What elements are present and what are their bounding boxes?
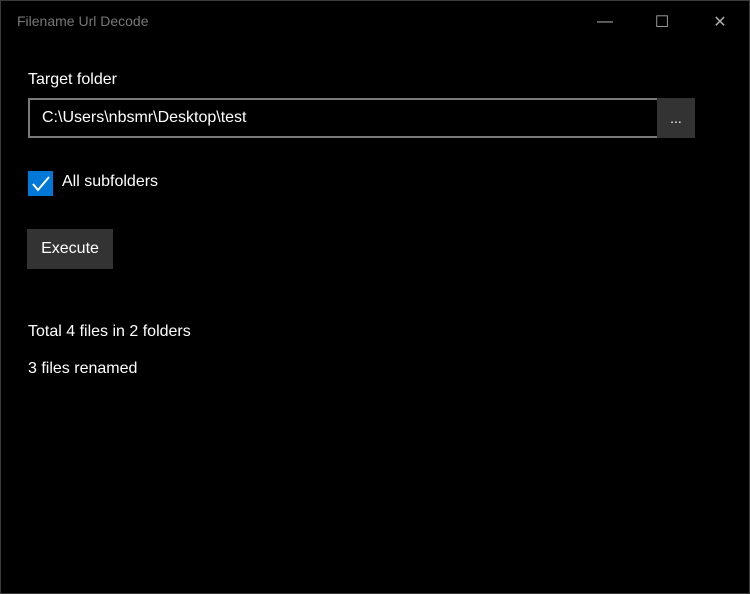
execute-button[interactable]: Execute [27, 229, 113, 269]
window-title: Filename Url Decode [17, 13, 149, 29]
renamed-status: 3 files renamed [28, 360, 138, 377]
maximize-button[interactable]: ☐ [633, 1, 691, 43]
all-subfolders-checkbox[interactable] [28, 171, 53, 196]
total-files-status: Total 4 files in 2 folders [28, 323, 191, 340]
target-folder-label: Target folder [28, 71, 117, 88]
close-button[interactable]: ✕ [691, 1, 749, 43]
browse-button[interactable]: ... [657, 98, 695, 138]
minimize-button[interactable]: — [576, 1, 634, 43]
checkmark-icon [31, 175, 50, 192]
target-folder-input[interactable] [28, 98, 667, 138]
app-window: Filename Url Decode — ☐ ✕ Target folder … [0, 0, 750, 594]
all-subfolders-label[interactable]: All subfolders [62, 173, 158, 191]
